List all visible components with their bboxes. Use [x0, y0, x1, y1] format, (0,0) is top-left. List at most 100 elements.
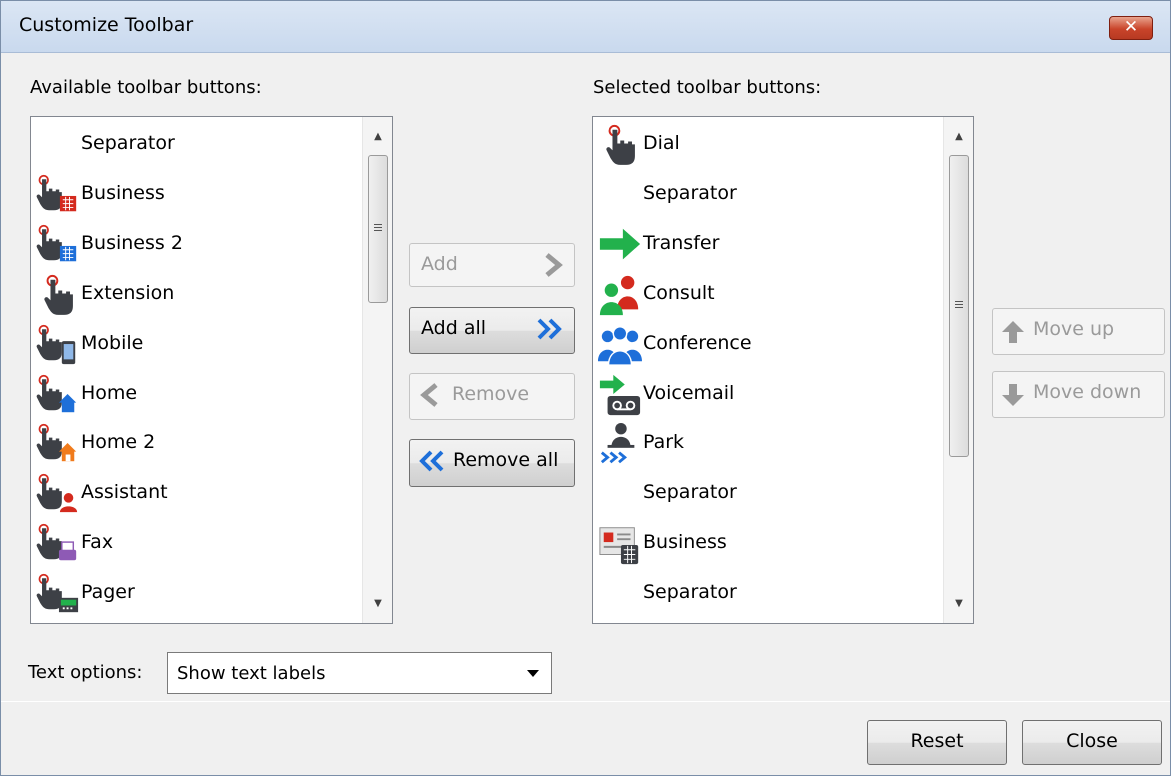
footer-divider	[1, 701, 1170, 702]
available-list-item-label: Extension	[81, 281, 175, 304]
available-list-item[interactable]: Assistant	[31, 469, 361, 519]
selected-list-item[interactable]: Separator	[593, 569, 923, 619]
title-bar: Customize Toolbar ✕	[1, 1, 1170, 53]
text-options-dropdown[interactable]: Show text labels	[167, 652, 552, 694]
add-all-button-label: Add all	[421, 317, 487, 339]
voicemail-icon	[599, 374, 641, 415]
conference-people-icon	[598, 325, 642, 366]
reset-button[interactable]: Reset	[867, 720, 1007, 765]
chevron-down-icon[interactable]	[527, 670, 539, 677]
selected-list-label: Selected toolbar buttons:	[593, 77, 822, 98]
close-icon: ✕	[1123, 17, 1139, 37]
text-options-value: Show text labels	[177, 663, 326, 684]
available-list-item[interactable]: Mobile	[31, 320, 361, 370]
available-list-item-label: Separator	[81, 132, 175, 154]
available-list-item[interactable]: Business 2	[31, 220, 361, 270]
selected-list-item[interactable]: Voicemail	[593, 370, 923, 420]
move-down-button-label: Move down	[1033, 381, 1142, 403]
selected-list-item-label: Business	[643, 531, 727, 554]
scroll-up-icon[interactable]: ▲	[363, 124, 392, 150]
close-window-button[interactable]: ✕	[1109, 16, 1153, 40]
selected-list-item-label: Transfer	[643, 231, 720, 254]
available-list-item-label: Business	[81, 181, 165, 204]
chevron-left-icon	[420, 383, 438, 407]
selected-list-item-label: Separator	[643, 481, 737, 504]
remove-button[interactable]: Remove	[409, 373, 575, 420]
arrow-up-icon	[1002, 321, 1024, 343]
double-chevron-left-icon	[419, 450, 444, 472]
selected-list-item-label: Separator	[643, 181, 737, 204]
available-list-item[interactable]: Separator	[31, 120, 361, 170]
text-options-label: Text options:	[28, 662, 143, 683]
available-list-item-label: Pager	[81, 581, 135, 604]
selected-list-item-label: Conference	[643, 331, 752, 354]
park-icon	[600, 423, 635, 464]
available-list-item-label: Business 2	[81, 231, 183, 254]
hand-home2-icon	[36, 424, 77, 462]
selected-list-item-label: Dial	[643, 132, 680, 154]
available-list-item[interactable]: Pager	[31, 569, 361, 619]
available-list-item[interactable]: Business	[31, 170, 361, 220]
hand-assistant-icon	[36, 474, 78, 513]
selected-list-item[interactable]: Business	[593, 519, 923, 569]
scroll-up-icon[interactable]: ▲	[944, 124, 973, 150]
available-buttons-list[interactable]: Pager Fax Assistant Home 2 Home Mobile E…	[30, 116, 393, 624]
available-list-item[interactable]: Home	[31, 370, 361, 420]
hand-icon	[606, 124, 635, 165]
add-button[interactable]: Add	[409, 243, 575, 287]
close-button-label: Close	[1066, 730, 1118, 752]
selected-list-item-label: Consult	[643, 281, 715, 304]
move-up-button[interactable]: Move up	[992, 308, 1165, 355]
hand-fax-icon	[36, 524, 77, 561]
hand-business2-icon	[36, 224, 77, 262]
selected-list-item-label: Voicemail	[643, 381, 735, 404]
chevron-right-icon	[545, 253, 563, 277]
available-list-item[interactable]: Home 2	[31, 419, 361, 469]
available-list-item[interactable]: Fax	[31, 519, 361, 569]
green-arrow-icon	[599, 228, 641, 260]
reset-button-label: Reset	[910, 730, 964, 752]
available-list-item-label: Assistant	[81, 481, 168, 504]
double-chevron-right-icon	[537, 318, 562, 340]
scroll-down-icon[interactable]: ▼	[363, 591, 392, 617]
hand-pager-icon	[36, 574, 79, 613]
selected-list-item-label: Park	[643, 431, 685, 454]
selected-buttons-list[interactable]: Separator Business Separator Park Voicemail C…	[592, 116, 974, 624]
available-list-item-label: Fax	[81, 531, 114, 554]
move-down-button[interactable]: Move down	[992, 371, 1165, 418]
scroll-thumb[interactable]	[368, 155, 388, 303]
selected-list-item-label: Separator	[643, 581, 737, 604]
selected-list-item[interactable]: Separator	[593, 170, 923, 220]
close-button[interactable]: Close	[1022, 720, 1162, 765]
remove-button-label: Remove	[452, 383, 530, 405]
selected-list-item[interactable]: Dial	[593, 120, 923, 170]
selected-list-scrollbar[interactable]: ▲ ▼	[943, 117, 973, 623]
hand-mobile-icon	[36, 324, 76, 364]
scroll-down-icon[interactable]: ▼	[944, 591, 973, 617]
consult-people-icon	[599, 275, 639, 315]
dialog-title: Customize Toolbar	[19, 14, 194, 36]
remove-all-button[interactable]: Remove all	[409, 439, 575, 487]
available-list-item-label: Home	[81, 381, 138, 404]
available-list-item-label: Home 2	[81, 431, 156, 454]
remove-all-button-label: Remove all	[453, 449, 559, 471]
available-list-scrollbar[interactable]: ▲ ▼	[362, 117, 392, 623]
customize-toolbar-dialog: Customize Toolbar ✕ Available toolbar bu…	[0, 0, 1171, 776]
selected-list-item[interactable]: Consult	[593, 270, 923, 320]
arrow-down-icon	[1002, 384, 1024, 406]
available-list-label: Available toolbar buttons:	[30, 77, 262, 98]
available-list-item-label: Mobile	[81, 331, 144, 354]
contact-card-business-icon	[599, 527, 639, 565]
move-up-button-label: Move up	[1033, 318, 1115, 340]
hand-home-icon	[36, 374, 77, 412]
available-list-item[interactable]: Extension	[31, 270, 361, 320]
selected-list-item[interactable]: Park	[593, 419, 923, 469]
selected-list-item[interactable]: Conference	[593, 320, 923, 370]
selected-list-item[interactable]: Separator	[593, 469, 923, 519]
hand-icon	[44, 274, 73, 315]
add-all-button[interactable]: Add all	[409, 307, 575, 354]
scroll-thumb[interactable]	[949, 155, 969, 457]
hand-business-icon	[36, 174, 77, 212]
selected-list-item[interactable]: Transfer	[593, 220, 923, 270]
add-button-label: Add	[421, 253, 458, 275]
